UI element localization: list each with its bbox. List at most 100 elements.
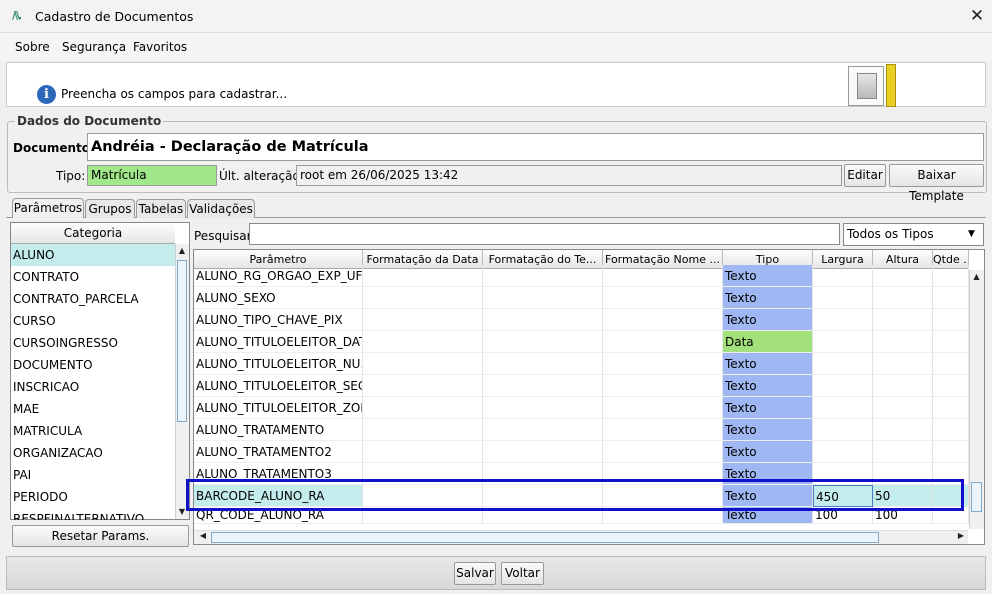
- documento-field[interactable]: Andréia - Declaração de Matrícula: [87, 133, 984, 161]
- altura-cell[interactable]: [873, 287, 933, 309]
- voltar-button[interactable]: Voltar: [501, 562, 544, 585]
- table-cell[interactable]: [363, 309, 483, 331]
- parametro-cell[interactable]: ALUNO_SEXO: [194, 287, 363, 309]
- table-cell[interactable]: [603, 331, 723, 353]
- table-cell[interactable]: [483, 265, 603, 287]
- table-cell[interactable]: [363, 331, 483, 353]
- categoria-item[interactable]: MAE: [11, 398, 175, 420]
- close-window-button[interactable]: ✕: [966, 4, 988, 28]
- tipo-cell[interactable]: Texto: [723, 353, 813, 375]
- tipo-cell[interactable]: Texto: [723, 441, 813, 463]
- tipo-cell[interactable]: Texto: [723, 287, 813, 309]
- largura-cell[interactable]: [813, 265, 873, 287]
- table-cell[interactable]: [933, 265, 969, 287]
- grid-hscroll-thumb[interactable]: [211, 532, 879, 543]
- table-cell[interactable]: [363, 397, 483, 419]
- categoria-item[interactable]: INSCRICAO: [11, 376, 175, 398]
- tipo-cell[interactable]: Texto: [723, 265, 813, 287]
- categoria-item[interactable]: DOCUMENTO: [11, 354, 175, 376]
- largura-cell[interactable]: [813, 309, 873, 331]
- altura-cell[interactable]: [873, 375, 933, 397]
- altura-cell[interactable]: [873, 331, 933, 353]
- table-cell[interactable]: [363, 375, 483, 397]
- scroll-left-icon[interactable]: ◀: [197, 531, 209, 540]
- baixar-template-button[interactable]: Baixar Template: [889, 164, 984, 203]
- categoria-item[interactable]: CONTRATO_PARCELA: [11, 288, 175, 310]
- table-cell[interactable]: [933, 375, 969, 397]
- table-cell[interactable]: [363, 265, 483, 287]
- tipo-cell[interactable]: Texto: [723, 397, 813, 419]
- table-cell[interactable]: [483, 397, 603, 419]
- table-cell[interactable]: [483, 419, 603, 441]
- table-cell[interactable]: [363, 287, 483, 309]
- categoria-item[interactable]: ORGANIZACAO: [11, 442, 175, 464]
- categoria-scroll-thumb[interactable]: [177, 260, 187, 422]
- largura-cell[interactable]: [813, 353, 873, 375]
- categoria-item[interactable]: CURSO: [11, 310, 175, 332]
- categoria-item[interactable]: ALUNO: [11, 244, 175, 266]
- table-cell[interactable]: [483, 375, 603, 397]
- altura-cell[interactable]: [873, 265, 933, 287]
- table-cell[interactable]: [603, 419, 723, 441]
- table-cell[interactable]: [603, 397, 723, 419]
- tab-validacoes[interactable]: Validações: [187, 199, 255, 218]
- tab-tabelas[interactable]: Tabelas: [136, 199, 186, 218]
- categoria-item[interactable]: PERIODO: [11, 486, 175, 508]
- resetar-params-button[interactable]: Resetar Params.: [12, 525, 189, 547]
- editar-button[interactable]: Editar: [844, 164, 886, 187]
- table-cell[interactable]: [933, 419, 969, 441]
- largura-cell[interactable]: [813, 331, 873, 353]
- altura-cell[interactable]: [873, 419, 933, 441]
- parametro-cell[interactable]: ALUNO_TRATAMENTO: [194, 419, 363, 441]
- parametro-cell[interactable]: ALUNO_TRATAMENTO2: [194, 441, 363, 463]
- pesquisar-input[interactable]: [249, 223, 840, 245]
- scroll-right-icon[interactable]: ▶: [955, 531, 967, 540]
- grid-scroll-up-icon[interactable]: ▲: [970, 272, 983, 281]
- largura-cell[interactable]: [813, 397, 873, 419]
- table-cell[interactable]: [603, 287, 723, 309]
- table-cell[interactable]: [483, 353, 603, 375]
- categoria-item[interactable]: MATRICULA: [11, 420, 175, 442]
- parametro-cell[interactable]: ALUNO_TITULOELEITOR_NU...: [194, 353, 363, 375]
- largura-cell[interactable]: [813, 419, 873, 441]
- table-cell[interactable]: [363, 419, 483, 441]
- menu-favoritos[interactable]: Favoritos: [133, 40, 187, 54]
- largura-cell[interactable]: [813, 375, 873, 397]
- parametro-cell[interactable]: ALUNO_TITULOELEITOR_DAT...: [194, 331, 363, 353]
- tab-grupos[interactable]: Grupos: [85, 199, 135, 218]
- largura-cell[interactable]: [813, 287, 873, 309]
- categoria-item[interactable]: RESPFINALTERNATIVO: [11, 508, 175, 520]
- table-cell[interactable]: [933, 397, 969, 419]
- table-cell[interactable]: [483, 287, 603, 309]
- table-cell[interactable]: [483, 331, 603, 353]
- altura-cell[interactable]: [873, 397, 933, 419]
- menu-sobre[interactable]: Sobre: [15, 40, 50, 54]
- parametro-cell[interactable]: ALUNO_TIPO_CHAVE_PIX: [194, 309, 363, 331]
- tipo-cell[interactable]: Texto: [723, 309, 813, 331]
- table-cell[interactable]: [603, 441, 723, 463]
- table-cell[interactable]: [483, 309, 603, 331]
- salvar-button[interactable]: Salvar: [454, 562, 496, 585]
- tipo-field[interactable]: Matrícula: [87, 165, 217, 186]
- tab-parametros[interactable]: Parâmetros: [12, 198, 84, 218]
- categoria-item[interactable]: CONTRATO: [11, 266, 175, 288]
- table-cell[interactable]: [933, 353, 969, 375]
- parametro-cell[interactable]: ALUNO_RG_ORGAO_EXP_UF: [194, 265, 363, 287]
- parametro-cell[interactable]: ALUNO_TITULOELEITOR_SEC...: [194, 375, 363, 397]
- table-cell[interactable]: [603, 375, 723, 397]
- table-cell[interactable]: [363, 441, 483, 463]
- tipo-cell[interactable]: Texto: [723, 419, 813, 441]
- table-cell[interactable]: [603, 265, 723, 287]
- categoria-item[interactable]: CURSOINGRESSO: [11, 332, 175, 354]
- table-cell[interactable]: [603, 309, 723, 331]
- table-cell[interactable]: [603, 353, 723, 375]
- categoria-item[interactable]: PAI: [11, 464, 175, 486]
- tipo-cell[interactable]: Data: [723, 331, 813, 353]
- altura-cell[interactable]: [873, 353, 933, 375]
- parametro-cell[interactable]: ALUNO_TITULOELEITOR_ZONA: [194, 397, 363, 419]
- table-cell[interactable]: [363, 353, 483, 375]
- table-cell[interactable]: [933, 287, 969, 309]
- largura-cell[interactable]: [813, 441, 873, 463]
- table-cell[interactable]: [933, 309, 969, 331]
- tipo-filter-select[interactable]: Todos os Tipos: [843, 223, 984, 246]
